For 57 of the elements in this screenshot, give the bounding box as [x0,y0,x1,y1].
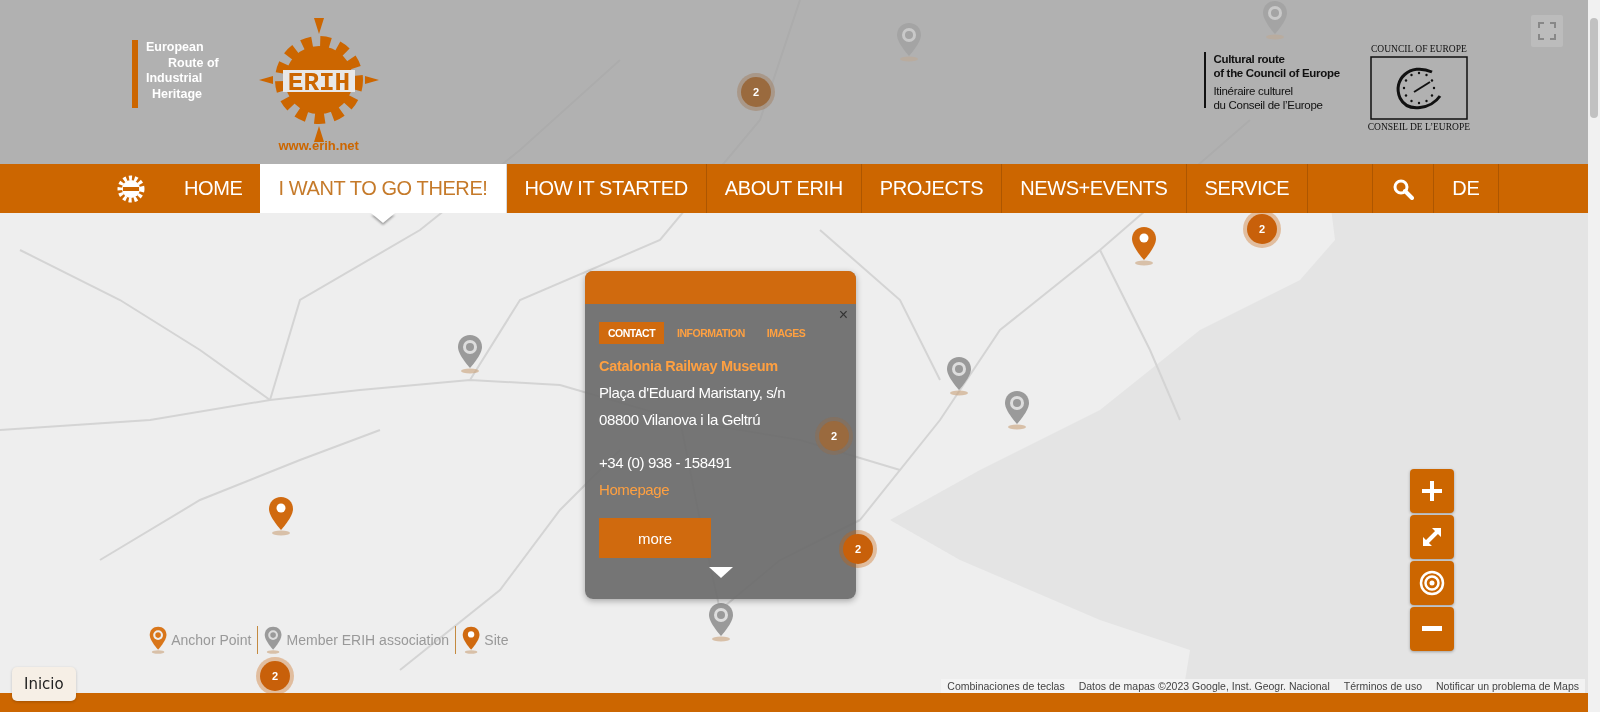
map-pin-icon[interactable] [149,626,168,654]
nav-tab[interactable]: HOW IT STARTED [506,164,707,213]
zoom-in-button[interactable] [1410,469,1454,513]
cultural-route-text: Itinéraire culturel du Conseil de l’Europe [1213,84,1324,112]
gear-logo-icon[interactable] [258,18,379,142]
map-pin-icon[interactable] [264,626,283,654]
language-link[interactable]: DE [1434,164,1499,213]
zoom-out-button[interactable] [1410,607,1454,651]
legend-label: Anchor Point [171,632,252,648]
map-pin-icon[interactable] [462,626,481,654]
address-line: Plaça d'Eduard Maristany, s/n [599,384,786,401]
nav-tab[interactable]: ABOUT ERIH [706,164,862,213]
map-pin-icon[interactable] [457,334,483,374]
cultural-route-text: Cultural route of the Council of Europe [1213,52,1340,80]
map-pin-icon[interactable] [946,356,972,396]
fullscreen-button[interactable] [1531,15,1563,47]
emblem-caption: CONSEIL DE L’EUROPE [1367,122,1470,132]
home-chip[interactable]: Inicio [12,667,76,701]
locate-button[interactable] [1410,561,1454,605]
plus-icon [1421,480,1443,502]
legend-label: Member ERIH association [286,632,450,648]
attribution-link[interactable]: Datos de mapas ©2023 Google, Inst. Geogr. Nacional [1078,680,1330,692]
nav-tab[interactable]: PROJECTS [861,164,1003,213]
nav-tab[interactable]: SERVICE [1186,164,1309,213]
popup-tab[interactable]: INFORMATION [668,322,754,344]
council-emblem-icon [1369,56,1468,120]
homepage-link[interactable]: Homepage [599,481,670,498]
emblem-caption: COUNCIL OF EUROPE [1371,44,1467,54]
map-pin-icon[interactable] [1131,226,1157,266]
nav-tab[interactable]: NEWS+EVENTS [1002,164,1187,213]
search-icon[interactable] [1392,177,1415,200]
fullscreen-icon [1538,22,1556,40]
map-pin-icon[interactable] [268,496,294,536]
pointer-icon [709,567,733,578]
address-line: 08800 Vilanova i la Geltrú [599,411,761,428]
nav-tab[interactable]: HOME [166,164,261,213]
target-icon [1419,570,1445,596]
logo-bar [132,40,138,108]
phone-number: +34 (0) 938 - 158491 [599,454,732,471]
attribution-link[interactable]: Términos de uso [1343,680,1422,692]
more-button[interactable]: more [599,518,711,558]
popup-tab[interactable]: CONTACT [599,322,665,344]
popup-tab[interactable]: IMAGES [757,322,815,344]
gear-icon[interactable] [116,173,146,204]
map-pin-icon[interactable] [708,602,734,642]
attribution-link[interactable]: Combinaciones de teclas [947,680,1065,692]
close-button[interactable]: × [838,306,848,324]
logo-tagline: European Route of Industrial Heritage [146,40,219,102]
site-title: Catalonia Railway Museum [599,358,778,374]
minus-icon [1421,626,1443,632]
tab-pointer-icon [370,213,395,223]
diagonal-arrow-icon [1421,526,1443,548]
map-pin-icon[interactable] [1004,390,1030,430]
expand-button[interactable] [1410,515,1454,559]
attribution-link[interactable]: Notificar un problema de Maps [1436,680,1579,692]
legend-label: Site [484,632,509,648]
logo-lettering: ERIH [287,68,350,98]
